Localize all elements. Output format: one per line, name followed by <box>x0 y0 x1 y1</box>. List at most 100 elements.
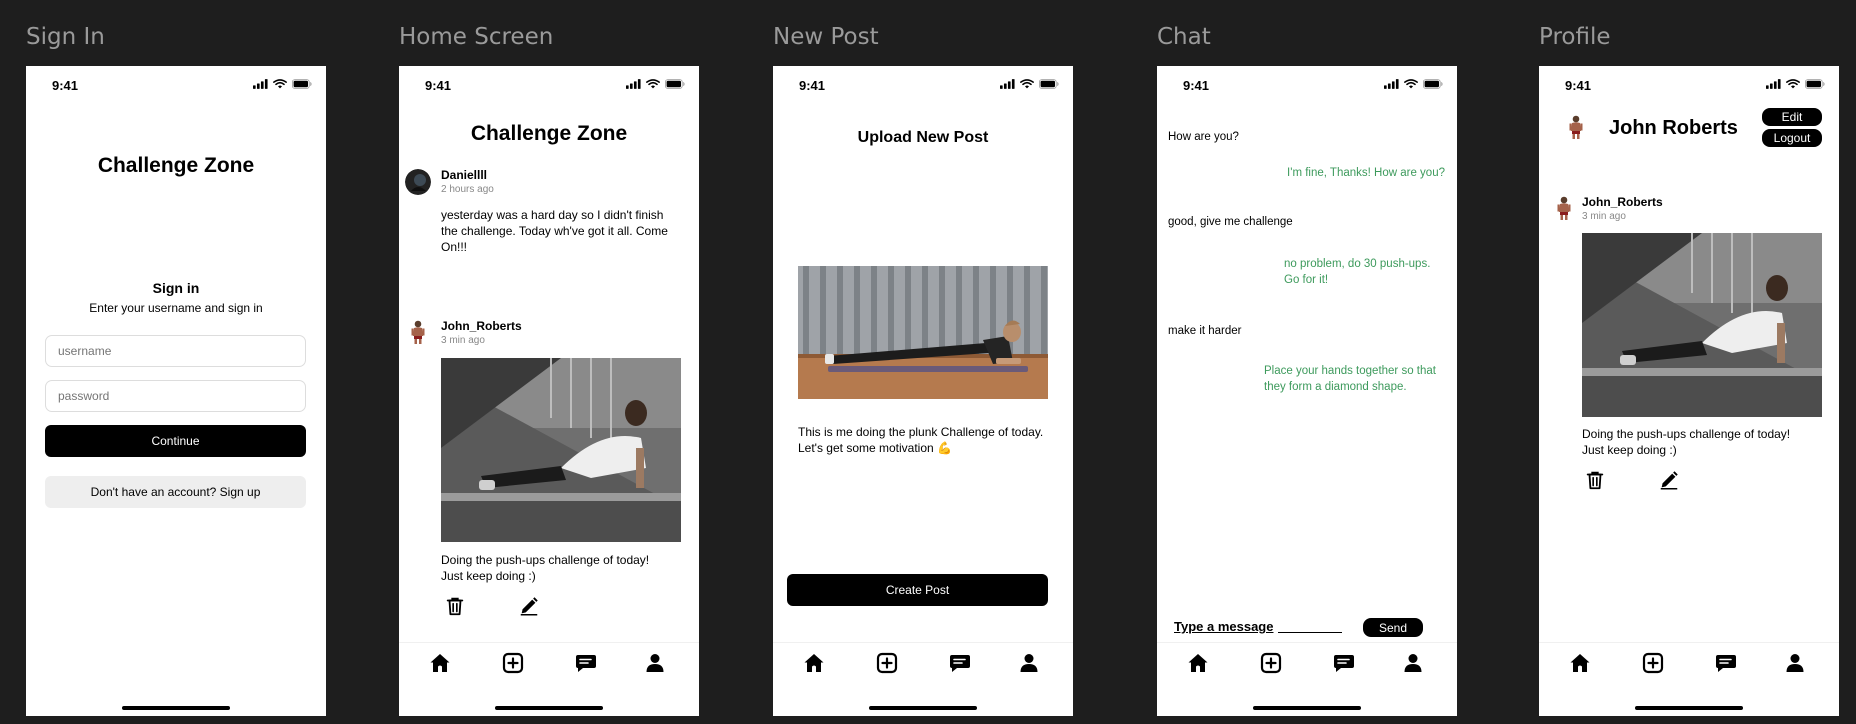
wifi-icon <box>1404 79 1418 89</box>
chat-bubble-icon[interactable] <box>948 651 972 675</box>
new-post-screen: 9:41 Upload New Post This is me doing th… <box>773 66 1073 716</box>
post-author[interactable]: John_Roberts <box>441 319 522 333</box>
message-input[interactable]: Type a message <box>1174 618 1342 634</box>
status-time: 9:41 <box>425 78 452 93</box>
chat-message-received: make it harder <box>1168 325 1242 337</box>
create-post-button[interactable]: Create Post <box>787 574 1048 606</box>
trash-icon[interactable] <box>444 595 466 617</box>
wifi-icon <box>646 79 660 89</box>
post-time: 3 min ago <box>1582 211 1626 222</box>
status-bar: 9:41 <box>1157 78 1457 93</box>
frame-label-profile: Profile <box>1539 24 1611 50</box>
profile-screen: 9:41 John Roberts Edit Logout John_Rober… <box>1539 66 1839 716</box>
tab-bar <box>1539 642 1839 698</box>
status-icons <box>1766 79 1825 89</box>
person-icon[interactable] <box>1401 651 1425 675</box>
chat-screen: 9:41 How are you? I'm fine, Thanks! How … <box>1157 66 1457 716</box>
add-square-icon[interactable] <box>501 651 525 675</box>
edit-button[interactable]: Edit <box>1762 108 1822 126</box>
chat-message-received: How are you? <box>1168 131 1239 143</box>
wifi-icon <box>273 79 287 89</box>
sign-in-heading: Sign in <box>152 280 200 296</box>
send-button[interactable]: Send <box>1363 618 1423 637</box>
pencil-icon[interactable] <box>518 595 540 617</box>
avatar[interactable] <box>405 319 431 345</box>
signal-icon <box>253 79 268 89</box>
status-bar: 9:41 <box>773 78 1073 93</box>
home-icon[interactable] <box>1186 651 1210 675</box>
post-photo <box>441 358 681 542</box>
continue-button[interactable]: Continue <box>45 425 306 457</box>
status-icons <box>1384 79 1443 89</box>
status-bar: 9:41 <box>1539 78 1839 93</box>
status-time: 9:41 <box>799 78 826 93</box>
input-underline <box>1278 632 1342 633</box>
home-indicator <box>122 706 230 710</box>
signal-icon <box>626 79 641 89</box>
chat-bubble-icon[interactable] <box>574 651 598 675</box>
battery-icon <box>665 79 685 89</box>
add-square-icon[interactable] <box>875 651 899 675</box>
add-square-icon[interactable] <box>1259 651 1283 675</box>
app-title: Challenge Zone <box>97 154 255 177</box>
status-time: 9:41 <box>1565 78 1592 93</box>
home-indicator <box>1253 706 1361 710</box>
password-input[interactable] <box>45 380 306 412</box>
post-photo[interactable] <box>798 266 1048 399</box>
signal-icon <box>1766 79 1781 89</box>
post-text: Doing the push-ups challenge of today! J… <box>1582 427 1791 457</box>
battery-icon <box>1805 79 1825 89</box>
username-input[interactable] <box>45 335 306 367</box>
message-input-placeholder: Type a message <box>1174 619 1274 634</box>
sign-up-button[interactable]: Don't have an account? Sign up <box>45 476 306 508</box>
tab-bar <box>399 642 699 698</box>
post-author[interactable]: Daniellll <box>441 168 487 182</box>
post-caption[interactable]: This is me doing the plunk Challenge of … <box>798 424 1053 456</box>
avatar[interactable] <box>1551 195 1577 221</box>
chat-message-sent: Place your hands together so that they f… <box>1264 365 1436 393</box>
pencil-icon[interactable] <box>1658 469 1680 491</box>
post-text: yesterday was a hard day so I didn't fin… <box>441 208 668 254</box>
sign-in-screen: 9:41 Challenge Zone Sign in Enter your u… <box>26 66 326 716</box>
add-square-icon[interactable] <box>1641 651 1665 675</box>
battery-icon <box>1039 79 1059 89</box>
avatar[interactable] <box>405 169 431 195</box>
home-icon[interactable] <box>428 651 452 675</box>
chat-message-sent: no problem, do 30 push-ups. Go for it! <box>1284 258 1431 286</box>
person-icon[interactable] <box>1783 651 1807 675</box>
avatar[interactable] <box>1563 112 1589 142</box>
post-time: 3 min ago <box>441 335 485 346</box>
post-text: Doing the push-ups challenge of today! J… <box>441 553 650 583</box>
profile-name: John Roberts <box>1609 117 1738 139</box>
chat-bubble-icon[interactable] <box>1714 651 1738 675</box>
home-icon[interactable] <box>1568 651 1592 675</box>
person-icon[interactable] <box>643 651 667 675</box>
status-icons <box>626 79 685 89</box>
signal-icon <box>1384 79 1399 89</box>
app-title: Challenge Zone <box>470 122 628 145</box>
home-indicator <box>495 706 603 710</box>
home-icon[interactable] <box>802 651 826 675</box>
chat-message-sent: I'm fine, Thanks! How are you? <box>1287 167 1445 179</box>
chat-bubble-icon[interactable] <box>1332 651 1356 675</box>
home-screen: 9:41 Challenge Zone Daniellll 2 hours ag… <box>399 66 699 716</box>
frame-label-chat: Chat <box>1157 24 1211 50</box>
status-icons <box>253 79 312 89</box>
wifi-icon <box>1020 79 1034 89</box>
wifi-icon <box>1786 79 1800 89</box>
tab-bar <box>773 642 1073 698</box>
person-icon[interactable] <box>1017 651 1041 675</box>
home-indicator <box>1635 706 1743 710</box>
sign-in-subheading: Enter your username and sign in <box>89 301 263 315</box>
frame-label-sign-in: Sign In <box>26 24 105 50</box>
page-title: Upload New Post <box>857 129 989 146</box>
post-author[interactable]: John_Roberts <box>1582 195 1663 209</box>
tab-bar <box>1157 642 1457 698</box>
battery-icon <box>292 79 312 89</box>
trash-icon[interactable] <box>1584 469 1606 491</box>
chat-message-received: good, give me challenge <box>1168 216 1293 228</box>
status-time: 9:41 <box>1183 78 1210 93</box>
logout-button[interactable]: Logout <box>1762 129 1822 147</box>
battery-icon <box>1423 79 1443 89</box>
frame-label-new-post: New Post <box>773 24 879 50</box>
